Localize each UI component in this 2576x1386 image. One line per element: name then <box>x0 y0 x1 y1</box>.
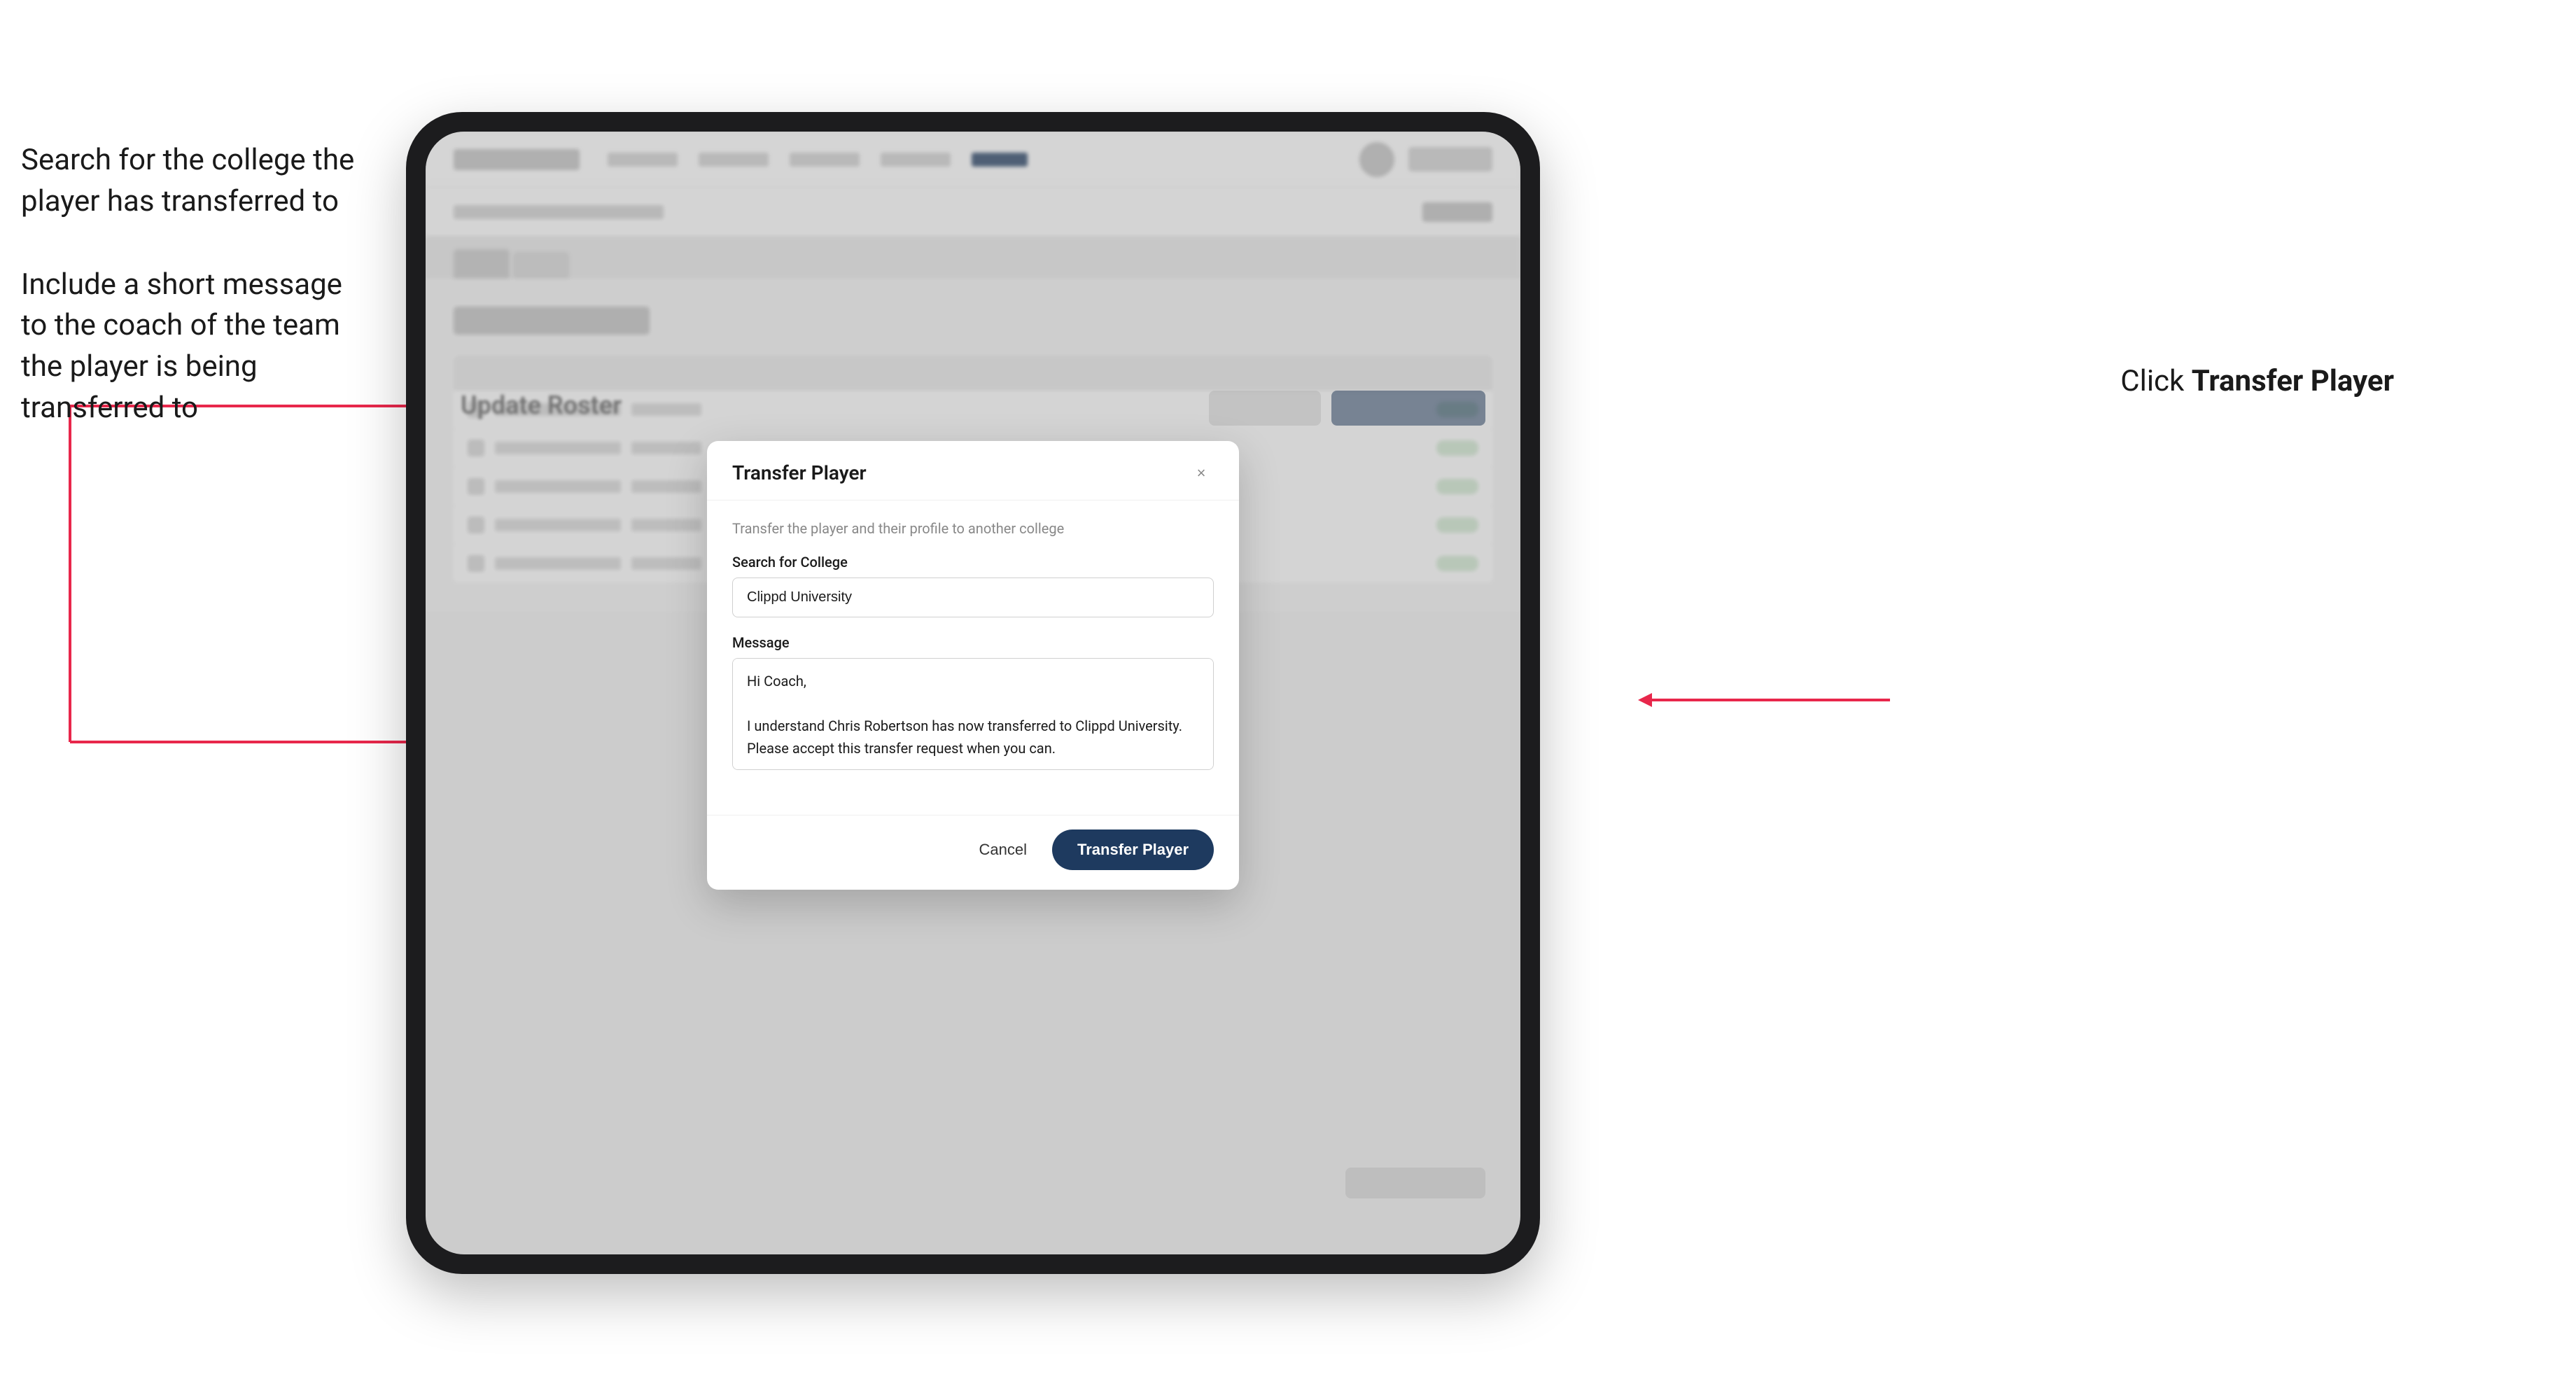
search-college-label: Search for College <box>732 554 1214 570</box>
message-label: Message <box>732 634 1214 651</box>
annotation-right-prefix: Click <box>2120 364 2191 398</box>
annotation-right-bold: Transfer Player <box>2192 364 2394 398</box>
annotation-text-1: Search for the college the player has tr… <box>21 143 354 218</box>
modal-close-button[interactable]: × <box>1189 461 1214 486</box>
annotation-left: Search for the college the player has tr… <box>21 140 357 429</box>
message-textarea[interactable]: Hi Coach, I understand Chris Robertson h… <box>732 658 1214 770</box>
modal-body: Transfer the player and their profile to… <box>707 500 1239 815</box>
search-college-group: Search for College <box>732 554 1214 617</box>
annotation-right: Click Transfer Player <box>2120 364 2394 398</box>
transfer-player-modal: Transfer Player × Transfer the player an… <box>707 441 1239 890</box>
tablet-frame: Update Roster Transfer Player × Transfer… <box>406 112 1540 1274</box>
search-college-input[interactable] <box>732 578 1214 617</box>
cancel-button[interactable]: Cancel <box>965 831 1041 869</box>
annotation-text-2: Include a short message to the coach of … <box>21 267 342 425</box>
transfer-player-button[interactable]: Transfer Player <box>1052 830 1214 870</box>
message-group: Message Hi Coach, I understand Chris Rob… <box>732 634 1214 773</box>
modal-subtitle: Transfer the player and their profile to… <box>732 520 1214 537</box>
modal-title: Transfer Player <box>732 461 867 484</box>
tablet-screen: Update Roster Transfer Player × Transfer… <box>426 132 1520 1254</box>
modal-header: Transfer Player × <box>707 441 1239 500</box>
modal-overlay: Transfer Player × Transfer the player an… <box>426 132 1520 1254</box>
modal-footer: Cancel Transfer Player <box>707 815 1239 890</box>
